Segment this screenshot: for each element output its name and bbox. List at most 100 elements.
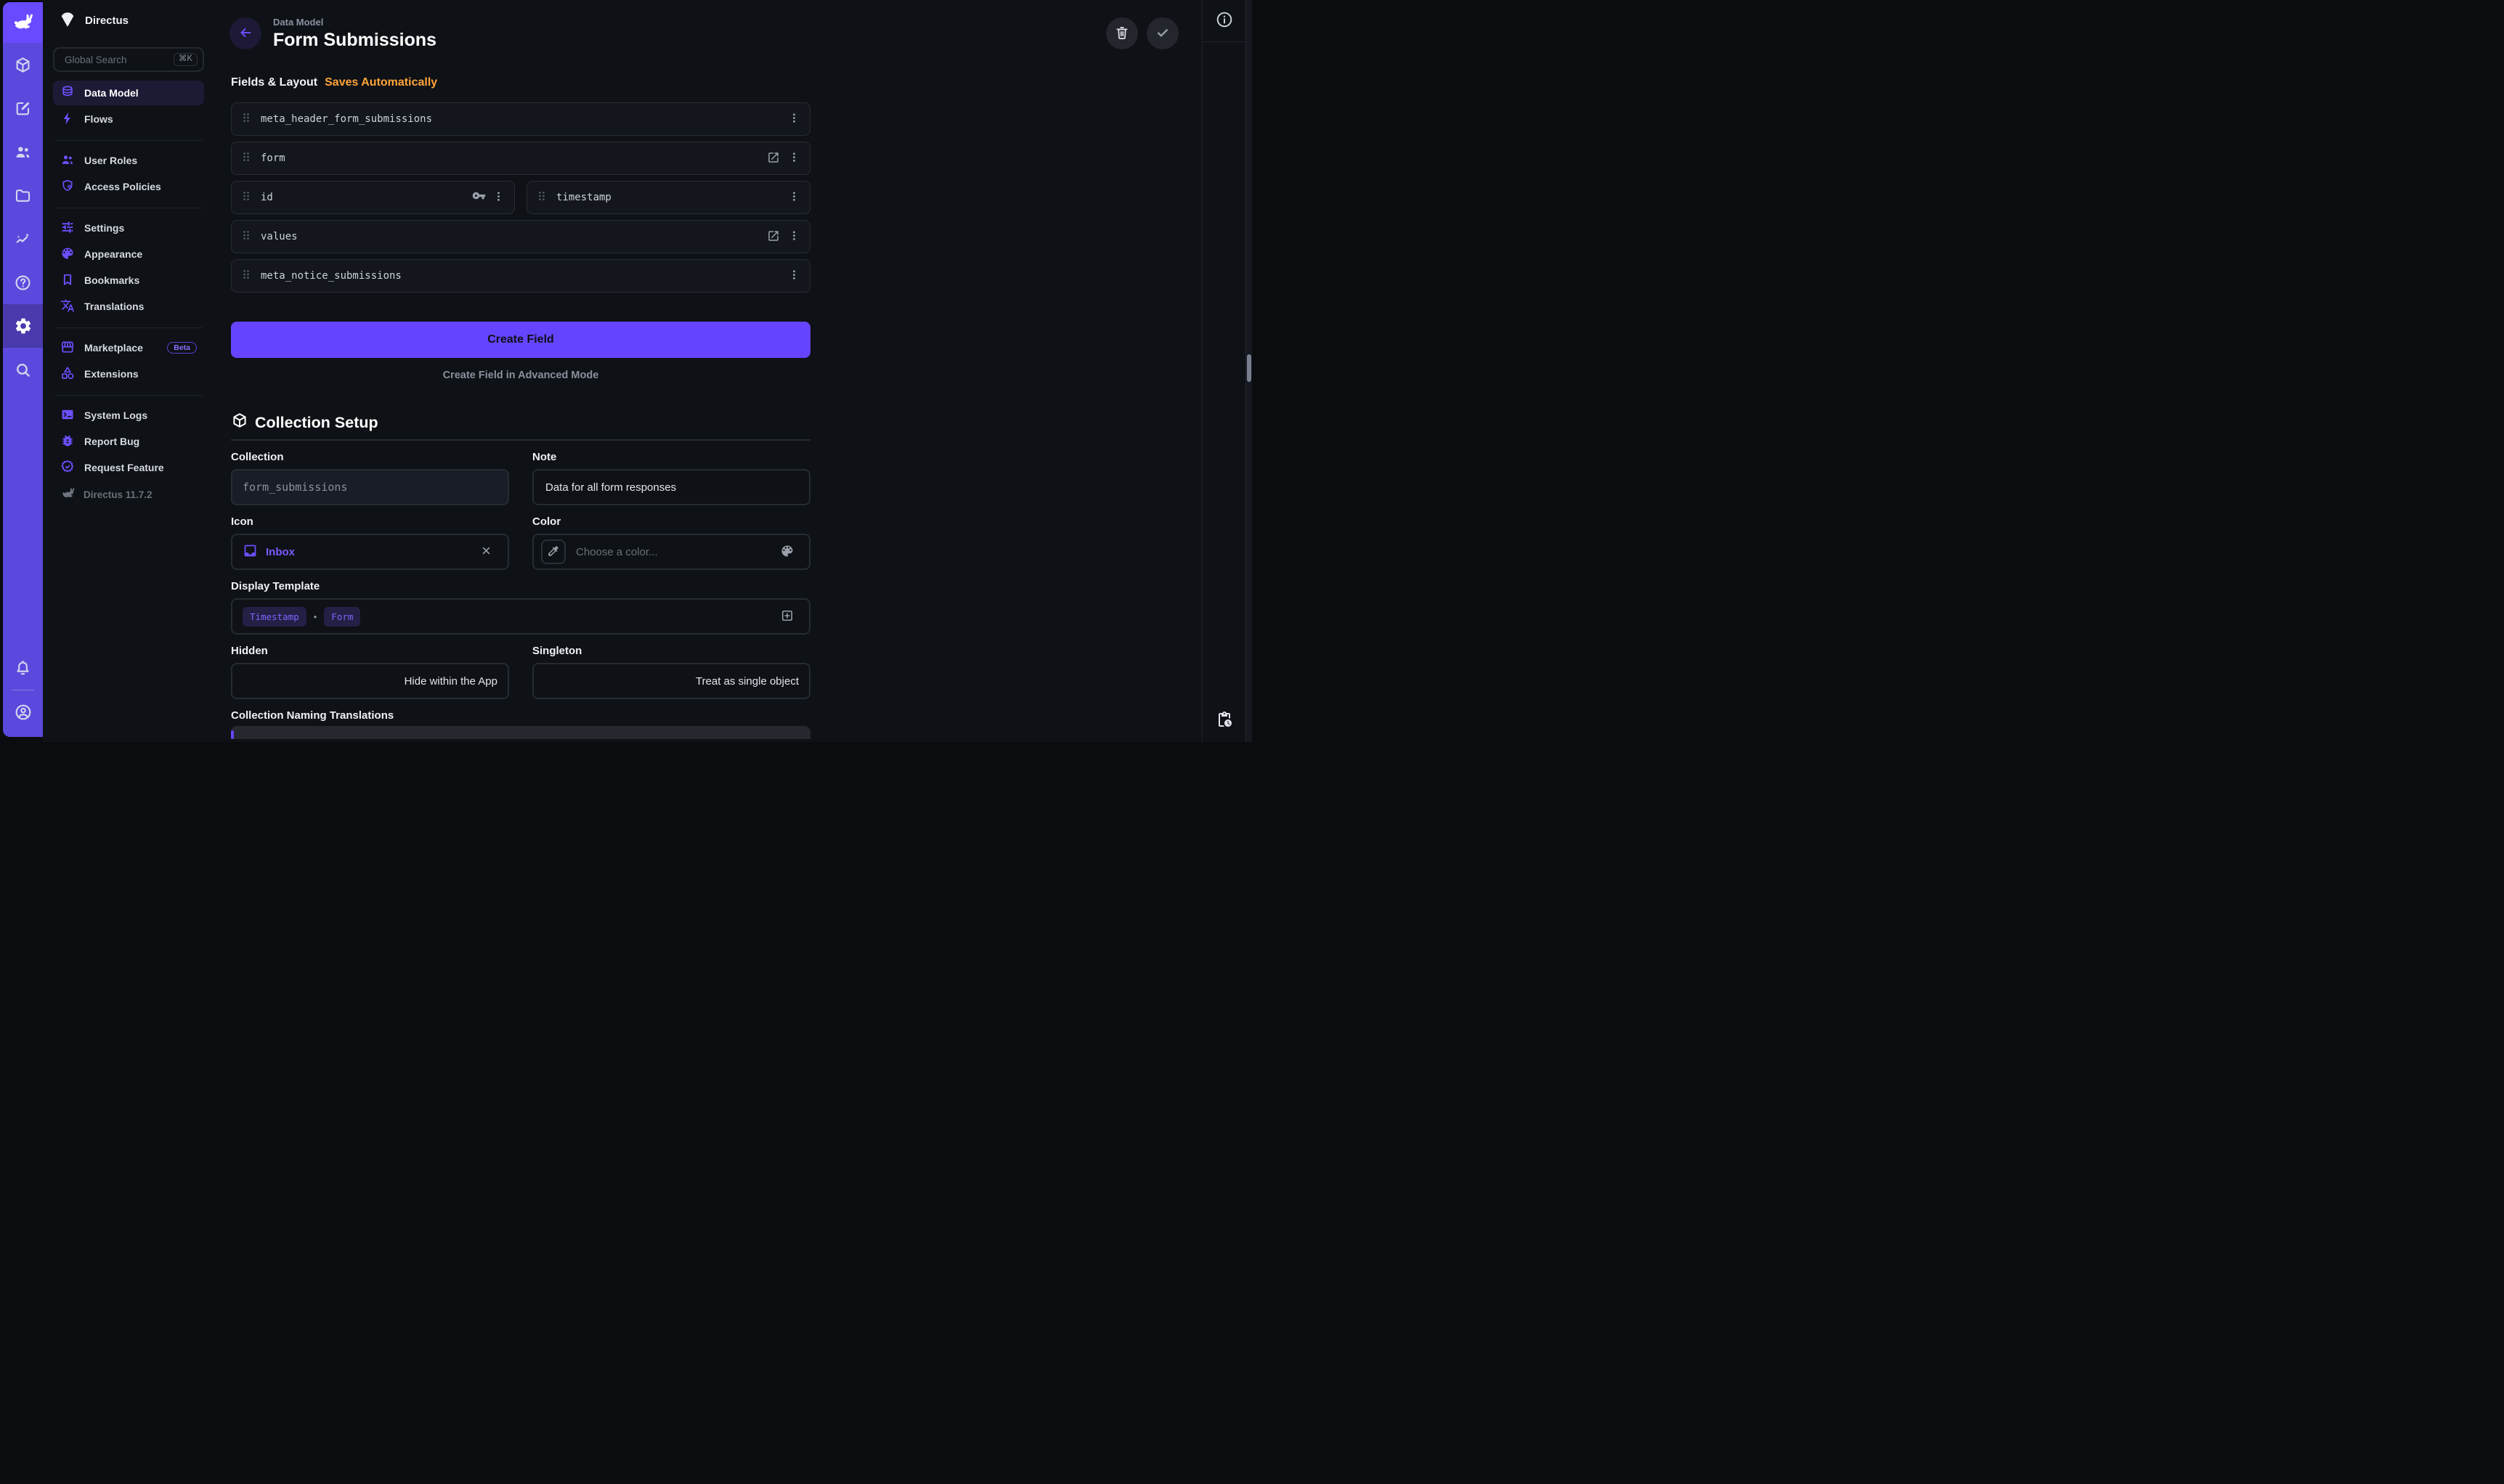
module-files[interactable] [3,174,43,217]
palette-icon [60,246,75,263]
note-input[interactable] [544,481,799,494]
sidebar-item-access-policies[interactable]: Access Policies [53,174,204,199]
trash-icon [1114,25,1130,43]
collection-input: form_submissions [231,469,509,505]
sidebar-item-label: Report Bug [84,436,139,447]
display-template-input[interactable]: Timestamp • Form [231,598,810,635]
drag-handle-icon[interactable] [239,228,253,246]
module-content[interactable] [3,43,43,86]
sidebar-item-flows[interactable]: Flows [53,107,204,131]
save-button[interactable] [1147,17,1179,49]
icon-input[interactable]: Inbox [231,534,509,570]
insights-icon [14,230,32,248]
field-menu-button[interactable] [490,188,507,207]
open-relation-button[interactable] [765,228,781,246]
field-menu-button[interactable] [786,149,802,168]
add-template-field-button[interactable] [776,608,799,626]
sidebar-item-data-model[interactable]: Data Model [53,81,204,105]
module-settings[interactable] [3,304,43,348]
sidebar-item-settings[interactable]: Settings [53,216,204,240]
verified-icon [60,460,75,476]
app-window: Directus ⌘K Data Model Flows [0,0,1252,742]
field-menu-button[interactable] [786,188,802,207]
module-insights[interactable] [3,217,43,261]
drag-handle-icon[interactable] [239,110,253,129]
activity-sidebar-button[interactable] [1213,708,1236,733]
template-chip[interactable]: Form [324,607,360,627]
sidebar-item-marketplace[interactable]: Marketplace Beta [53,335,204,360]
field-row[interactable]: meta_notice_submissions [231,259,810,293]
autosave-note: Saves Automatically [325,76,437,89]
singleton-checkbox[interactable] [544,674,687,688]
sidebar-item-system-logs[interactable]: System Logs [53,403,204,428]
sidebar-item-request-feature[interactable]: Request Feature [53,455,204,480]
info-sidebar-button[interactable] [1212,7,1237,34]
help-icon [14,274,32,292]
naming-translations-widget[interactable] [231,726,810,739]
add-box-icon [780,608,794,625]
sidebar-item-appearance[interactable]: Appearance [53,242,204,266]
open-relation-button[interactable] [765,150,781,168]
storefront-icon [60,340,75,356]
sidebar-item-translations[interactable]: Translations [53,294,204,319]
bug-icon [60,433,75,450]
sidebar-item-label: Access Policies [84,181,161,192]
field-menu-button[interactable] [786,227,802,246]
hidden-checkbox-label: Hide within the App [405,675,497,688]
delete-collection-button[interactable] [1106,17,1138,49]
module-search[interactable] [3,348,43,391]
singleton-label: Singleton [532,645,810,657]
page-scrollbar[interactable] [1245,0,1252,742]
field-row[interactable]: values [231,220,810,253]
sidebar-item-label: System Logs [84,409,147,421]
color-palette-button[interactable] [776,543,799,561]
more-vert-icon [787,268,801,284]
back-button[interactable] [229,17,261,49]
module-users[interactable] [3,130,43,174]
create-field-advanced-link[interactable]: Create Field in Advanced Mode [231,370,810,381]
collection-setup-heading: Collection Setup [255,414,378,432]
sidebar-item-extensions[interactable]: Extensions [53,362,204,386]
drag-handle-icon[interactable] [239,150,253,168]
version-label: Directus 11.7.2 [84,489,153,500]
field-name: meta_header_form_submissions [261,113,432,125]
field-menu-button[interactable] [786,110,802,129]
global-search[interactable]: ⌘K [53,47,204,72]
field-name: meta_notice_submissions [261,270,402,282]
key-icon [472,189,486,206]
drag-handle-icon[interactable] [239,189,253,207]
cube-icon [14,56,32,74]
sidebar-item-label: Request Feature [84,462,164,473]
field-row[interactable]: id [231,181,515,214]
field-row[interactable]: meta_header_form_submissions [231,102,810,136]
palette-icon [780,544,794,560]
color-swatch-button[interactable] [541,539,566,564]
project-name: Directus [85,15,129,27]
eyedropper-icon [547,545,560,560]
template-chip[interactable]: Timestamp [243,607,306,627]
user-menu-button[interactable] [3,692,43,733]
project-row[interactable]: Directus [53,0,204,41]
drag-handle-icon[interactable] [239,267,253,285]
hidden-checkbox[interactable] [243,674,396,688]
field-menu-button[interactable] [786,266,802,285]
notifications-button[interactable] [3,648,43,688]
folder-icon [14,187,32,205]
sidebar-item-label: Appearance [84,248,142,260]
header-actions [1106,17,1179,49]
scrollbar-thumb[interactable] [1247,354,1251,382]
module-help[interactable] [3,261,43,304]
color-input[interactable] [574,545,776,559]
search-input[interactable] [63,54,174,66]
drag-handle-icon[interactable] [534,189,549,207]
field-row[interactable]: timestamp [527,181,810,214]
create-field-button[interactable]: Create Field [231,322,810,358]
directus-rabbit-icon[interactable] [3,2,43,43]
module-editor[interactable] [3,86,43,130]
category-icon [60,366,75,383]
field-row[interactable]: form [231,142,810,175]
sidebar-item-user-roles[interactable]: User Roles [53,148,204,173]
sidebar-item-report-bug[interactable]: Report Bug [53,429,204,454]
clear-icon-button[interactable] [475,543,497,560]
sidebar-item-bookmarks[interactable]: Bookmarks [53,268,204,293]
